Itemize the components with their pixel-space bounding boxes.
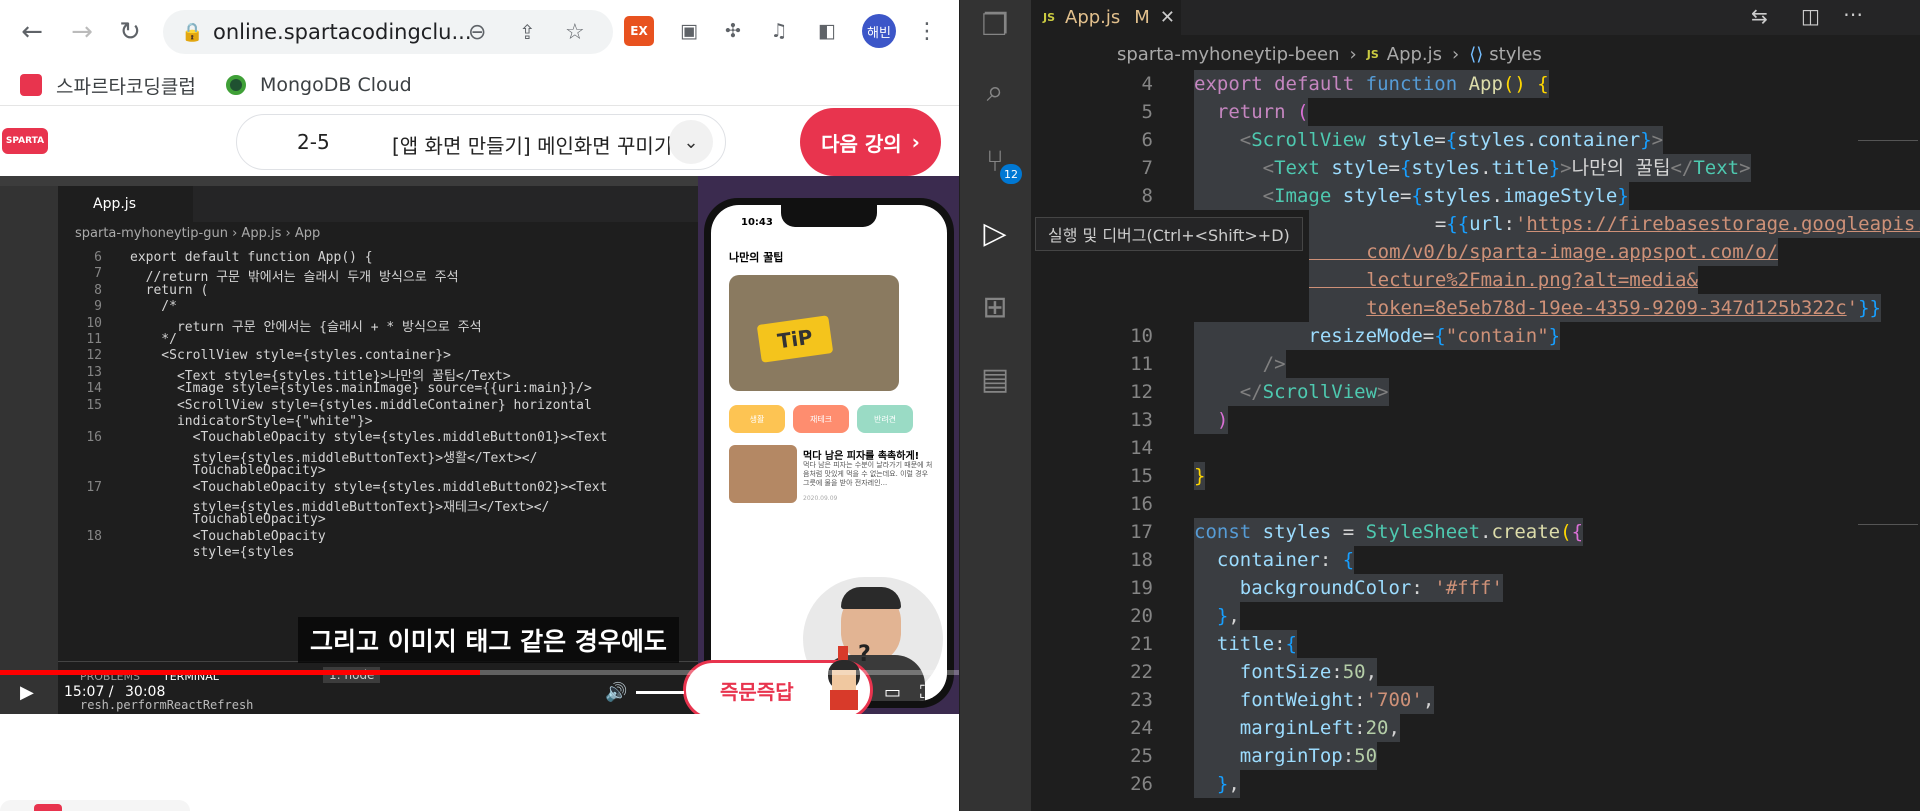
lesson-number: 2-5 bbox=[297, 130, 330, 154]
remote-explorer-icon[interactable]: ▤ bbox=[970, 354, 1020, 404]
browser-window: ← → ↻ 🔒 online.spartacodingclu... ⊖ ⇪ ☆ … bbox=[0, 0, 959, 811]
breadcrumb-symbol[interactable]: styles bbox=[1489, 44, 1542, 65]
video-line-number: 9 bbox=[94, 299, 102, 315]
close-icon[interactable]: ✕ bbox=[1160, 7, 1175, 28]
play-icon[interactable]: ▶ bbox=[20, 682, 34, 703]
extension-picture-icon[interactable]: ▣ bbox=[674, 16, 704, 46]
page-footer bbox=[0, 714, 959, 811]
lesson-selector[interactable]: 2-5 [앱 화면 만들기] 메인화면 꾸미기 ⌄ bbox=[236, 114, 726, 170]
video-phone-preview: 10:43 나만의 꿀팁 TiP 생활 재테크 반려견 먹다 남은 피자를 촉촉… bbox=[698, 176, 959, 714]
run-debug-icon[interactable]: ▷ bbox=[970, 208, 1020, 258]
extension-ex-icon[interactable]: EX bbox=[624, 16, 654, 46]
video-line-number: 8 bbox=[94, 282, 102, 298]
run-debug-tooltip: 실행 및 디버그(Ctrl+<Shift>+D) bbox=[1035, 217, 1303, 251]
extensions-icon[interactable]: ⊞ bbox=[970, 282, 1020, 332]
video-line-number: 7 bbox=[94, 266, 102, 282]
vscode-window: ❐ ⌕ ⑂ 12 ▷ ⊞ ▤ JS App.js M ✕ ⇆ ◫ ⋯ spart… bbox=[960, 0, 1920, 811]
reload-icon[interactable]: ↻ bbox=[108, 10, 152, 54]
video-line-number: 15 bbox=[86, 397, 102, 413]
bookmark-mongodb[interactable]: MongoDB Cloud bbox=[226, 64, 412, 106]
menu-kebab-icon[interactable]: ⋮ bbox=[912, 16, 942, 46]
phone-app-title: 나만의 꿀팁 bbox=[729, 251, 784, 264]
explorer-icon[interactable]: ❐ bbox=[970, 0, 1020, 50]
scm-badge: 12 bbox=[1000, 164, 1022, 184]
profile-avatar[interactable]: 해빈 bbox=[862, 14, 896, 48]
video-line-number: 12 bbox=[86, 348, 102, 364]
chevron-right-icon: › bbox=[911, 130, 920, 154]
breadcrumb-file[interactable]: App.js bbox=[1387, 44, 1442, 65]
video-controls: ▶ 15:07 / 30:08 🔊 ▭ ⛶ bbox=[0, 670, 959, 714]
media-icon[interactable]: ♫ bbox=[764, 16, 794, 46]
bookmark-sparta[interactable]: 스파르타코딩클럽 bbox=[20, 64, 196, 106]
time-total: 30:08 bbox=[125, 684, 166, 700]
compare-icon[interactable]: ⇆ bbox=[1751, 4, 1768, 28]
volume-slider[interactable] bbox=[636, 691, 684, 694]
breadcrumb: sparta-myhoneytip-been › JS App.js › ⟨⟩ … bbox=[1031, 35, 1920, 73]
bookmark-label: 스파르타코딩클럽 bbox=[56, 75, 196, 98]
video-code-line: style={styles bbox=[130, 545, 295, 561]
back-icon[interactable]: ← bbox=[10, 10, 54, 54]
mongodb-leaf-icon bbox=[226, 75, 246, 95]
sidepanel-icon[interactable]: ◧ bbox=[812, 16, 842, 46]
tab-label: App.js bbox=[1065, 7, 1121, 28]
js-file-icon: JS bbox=[1366, 47, 1379, 61]
video-line-number: 16 bbox=[86, 430, 102, 446]
search-icon[interactable]: ⌕ bbox=[970, 66, 1020, 116]
video-line-number: 13 bbox=[86, 364, 102, 380]
video-line-number: 17 bbox=[86, 479, 102, 495]
volume-icon[interactable]: 🔊 bbox=[605, 682, 627, 703]
fullscreen-icon[interactable]: ⛶ bbox=[920, 682, 933, 703]
chevron-down-icon[interactable]: ⌄ bbox=[669, 120, 713, 164]
video-line-number: 11 bbox=[86, 332, 102, 347]
zoom-icon[interactable]: ⊖ bbox=[468, 20, 486, 45]
lesson-title: [앱 화면 만들기] 메인화면 꾸미기 bbox=[392, 134, 673, 158]
url-text: online.spartacodingclu... bbox=[213, 20, 472, 44]
forward-icon[interactable]: → bbox=[60, 10, 104, 54]
code-editor[interactable]: 4 export default function App() { 5 retur… bbox=[1031, 70, 1920, 811]
video-line-number: 10 bbox=[86, 315, 102, 331]
next-lesson-button[interactable]: 다음 강의 › bbox=[800, 108, 941, 176]
split-editor-icon[interactable]: ◫ bbox=[1801, 4, 1820, 28]
address-bar-row: ← → ↻ 🔒 online.spartacodingclu... ⊖ ⇪ ☆ … bbox=[0, 0, 959, 64]
video-line-number: 6 bbox=[94, 250, 102, 265]
video-activity-bar bbox=[0, 186, 58, 714]
tab-app-js[interactable]: JS App.js M ✕ bbox=[1031, 0, 1181, 35]
sparta-logo[interactable]: SPARTA bbox=[2, 128, 48, 154]
extensions-puzzle-icon[interactable]: ✣ bbox=[718, 16, 748, 46]
pizza-image bbox=[729, 445, 797, 503]
phone-frame: 10:43 나만의 꿀팁 TiP 생활 재테크 반려견 먹다 남은 피자를 촉촉… bbox=[704, 198, 954, 708]
video-code-line: return 구문 안에서는 {슬래시 + * 방식으로 주석 bbox=[130, 319, 482, 335]
phone-screen: 10:43 나만의 꿀팁 TiP 생활 재테크 반려견 먹다 남은 피자를 촉촉… bbox=[711, 205, 947, 701]
video-caption: 그리고 이미지 태그 같은 경우에도 bbox=[298, 617, 679, 663]
video-player[interactable]: App.js sparta-myhoneytip-gun › App.js › … bbox=[0, 176, 959, 714]
url-field[interactable]: 🔒 online.spartacodingclu... ⊖ ⇪ ☆ bbox=[163, 10, 613, 54]
source-control-icon[interactable]: ⑂ 12 bbox=[970, 136, 1022, 186]
miniplayer-icon[interactable]: ▭ bbox=[884, 682, 901, 703]
bookmark-label: MongoDB Cloud bbox=[260, 74, 412, 96]
share-icon[interactable]: ⇪ bbox=[519, 20, 536, 44]
video-tab-bar: App.js bbox=[58, 186, 698, 222]
time-current: 15:07 / bbox=[64, 684, 114, 700]
variable-icon: ⟨⟩ bbox=[1469, 43, 1484, 65]
js-file-icon: JS bbox=[1043, 11, 1056, 24]
activity-bar: ❐ ⌕ ⑂ 12 ▷ ⊞ ▤ bbox=[960, 0, 1031, 811]
tip-jar-image: TiP bbox=[729, 275, 899, 391]
star-icon[interactable]: ☆ bbox=[565, 20, 585, 45]
tab-status: M bbox=[1134, 7, 1150, 28]
video-line-number: 18 bbox=[86, 528, 102, 544]
video-editor-tab: App.js bbox=[58, 186, 193, 222]
video-line-number: 14 bbox=[86, 381, 102, 397]
bookmarks-bar: 스파르타코딩클럽 MongoDB Cloud bbox=[0, 64, 959, 106]
lock-icon: 🔒 bbox=[181, 21, 204, 43]
next-lesson-label: 다음 강의 bbox=[821, 131, 902, 156]
video-breadcrumb: sparta-myhoneytip-gun › App.js › App bbox=[75, 226, 321, 241]
editor-tab-bar: JS App.js M ✕ ⇆ ◫ ⋯ bbox=[1031, 0, 1920, 35]
breadcrumb-folder[interactable]: sparta-myhoneytip-been bbox=[1117, 44, 1340, 65]
sparta-logo-icon bbox=[20, 74, 42, 96]
more-actions-icon[interactable]: ⋯ bbox=[1843, 2, 1863, 26]
